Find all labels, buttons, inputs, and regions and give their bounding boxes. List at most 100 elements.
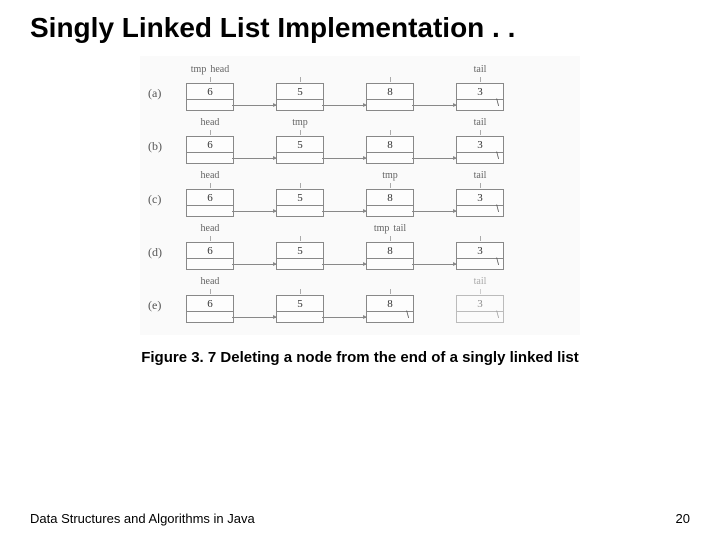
list-node: 8	[366, 117, 414, 164]
next-pointer	[277, 206, 323, 216]
list-node: tail3	[456, 276, 504, 323]
nodes-container: head6tmp58tail3	[186, 117, 504, 164]
pointer-labels: tail	[456, 64, 504, 76]
node-cell: 6	[186, 136, 234, 164]
pointer-arrow-icon	[390, 236, 391, 241]
list-node: tmp 5	[276, 117, 324, 164]
node-cell: 6	[186, 242, 234, 270]
pointer-arrow-icon	[300, 130, 301, 135]
link-arrow-icon	[322, 317, 366, 318]
pointer-labels: tmptail	[366, 223, 414, 235]
pointer-label: tail	[474, 117, 487, 129]
nodes-container: head 6 5 tmptail 8 3	[186, 223, 504, 270]
node-cell: 6	[186, 83, 234, 111]
link-arrow-icon	[322, 158, 366, 159]
pointer-label: tail	[474, 276, 487, 288]
list-node: 8	[366, 64, 414, 111]
link-arrow-icon	[232, 105, 276, 106]
null-pointer-icon	[457, 100, 503, 110]
node-cell: 6	[186, 189, 234, 217]
next-pointer	[367, 206, 413, 216]
node-cell: 8	[366, 136, 414, 164]
list-node: head 6	[186, 170, 234, 217]
nodes-container: head658tail3	[186, 276, 504, 323]
list-node: 5	[276, 223, 324, 270]
null-pointer-icon	[457, 259, 503, 269]
row-label: (b)	[148, 139, 176, 164]
pointer-arrow-icon	[390, 183, 391, 188]
node-value: 5	[277, 190, 323, 206]
node-cell: 8	[366, 83, 414, 111]
nodes-container: head 6 5 tmp 8 tail 3	[186, 170, 504, 217]
link-arrow-icon	[412, 105, 456, 106]
pointer-labels: tmphead	[186, 64, 234, 76]
page-number: 20	[676, 511, 690, 526]
pointer-labels	[366, 117, 414, 129]
link-arrow-icon	[322, 264, 366, 265]
figure-caption: Figure 3. 7 Deleting a node from the end…	[0, 349, 720, 366]
pointer-labels	[276, 276, 324, 288]
node-value: 6	[187, 296, 233, 312]
pointer-labels	[276, 64, 324, 76]
node-value: 6	[187, 243, 233, 259]
pointer-labels: tmp	[276, 117, 324, 129]
list-row: (d) head 6 5 tmptail 8 3	[148, 223, 572, 270]
pointer-arrow-icon	[210, 130, 211, 135]
link-arrow-icon	[322, 105, 366, 106]
list-node: tail3	[456, 64, 504, 111]
pointer-label: tmp	[382, 170, 398, 182]
link-arrow-icon	[232, 211, 276, 212]
pointer-labels: head	[186, 223, 234, 235]
pointer-label: tail	[474, 170, 487, 182]
list-row: (b)head6tmp58tail3	[148, 117, 572, 164]
list-row: (c)head65tmp8tail3	[148, 170, 572, 217]
list-node: 8	[366, 276, 414, 323]
next-pointer	[187, 100, 233, 110]
link-arrow-icon	[412, 264, 456, 265]
pointer-label: tail	[393, 223, 406, 235]
slide-title: Singly Linked List Implementation . .	[0, 0, 720, 44]
next-pointer	[187, 153, 233, 163]
pointer-arrow-icon	[480, 236, 481, 241]
node-value: 6	[187, 190, 233, 206]
next-pointer	[187, 259, 233, 269]
node-value: 6	[187, 137, 233, 153]
pointer-label: tail	[474, 64, 487, 76]
next-pointer	[277, 100, 323, 110]
pointer-labels	[366, 276, 414, 288]
list-node: head6	[186, 276, 234, 323]
node-cell: 8	[366, 242, 414, 270]
list-node: 5	[276, 64, 324, 111]
pointer-label: tmp	[191, 64, 207, 76]
pointer-arrow-icon	[300, 77, 301, 82]
pointer-label: head	[201, 170, 220, 182]
next-pointer	[277, 259, 323, 269]
node-cell: 5	[276, 242, 324, 270]
next-pointer	[277, 312, 323, 322]
list-node: tmphead 6	[186, 64, 234, 111]
row-label: (d)	[148, 245, 176, 270]
node-cell: 6	[186, 295, 234, 323]
nodes-container: tmphead 6 5 8 tail3	[186, 64, 504, 111]
null-pointer-icon	[457, 312, 503, 322]
node-cell: 8	[366, 295, 414, 323]
link-arrow-icon	[232, 158, 276, 159]
node-value: 5	[277, 84, 323, 100]
footer-source: Data Structures and Algorithms in Java	[30, 511, 255, 526]
node-cell: 3	[456, 189, 504, 217]
node-value: 8	[367, 84, 413, 100]
pointer-arrow-icon	[210, 77, 211, 82]
node-value: 6	[187, 84, 233, 100]
pointer-arrow-icon	[480, 77, 481, 82]
node-cell: 3	[456, 242, 504, 270]
pointer-arrow-icon	[390, 289, 391, 294]
pointer-arrow-icon	[300, 289, 301, 294]
node-value: 8	[367, 190, 413, 206]
node-cell: 3	[456, 136, 504, 164]
node-cell: 5	[276, 136, 324, 164]
link-arrow-icon	[322, 211, 366, 212]
list-row: (e)head658tail3	[148, 276, 572, 323]
null-pointer-icon	[457, 153, 503, 163]
pointer-arrow-icon	[390, 130, 391, 135]
next-pointer	[277, 153, 323, 163]
